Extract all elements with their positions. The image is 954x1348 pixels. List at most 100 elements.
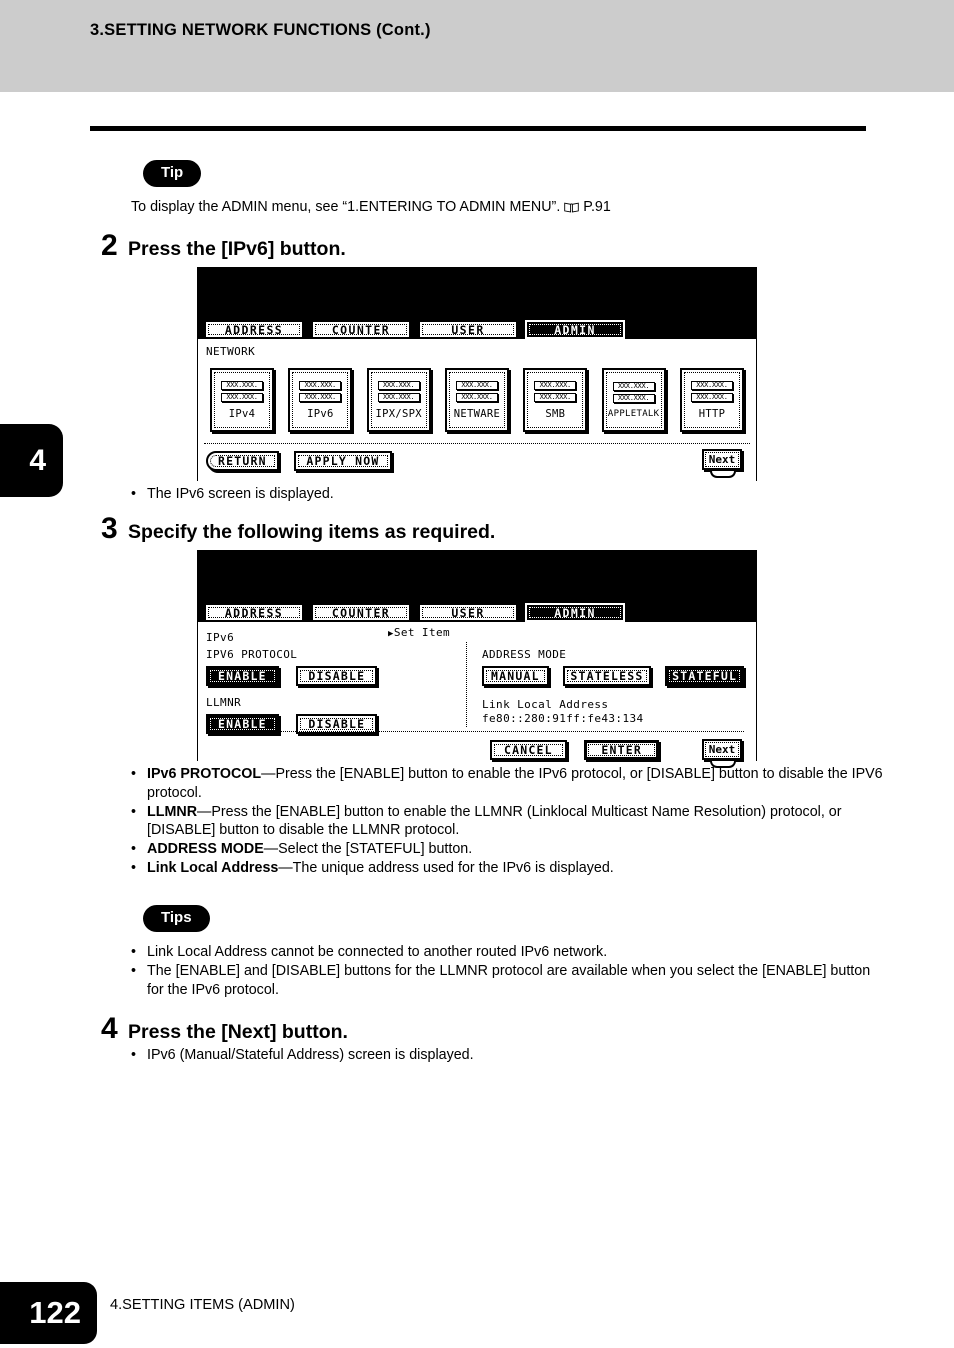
network-icon: XXX.XXX. XXX.XXX. <box>455 380 498 405</box>
chapter-tab-number: 4 <box>29 443 46 477</box>
lcd1-button-netware-label: NETWARE <box>453 407 501 420</box>
list-item: • ADDRESS MODE—Select the [STATEFUL] but… <box>131 840 883 859</box>
bullet-dot: • <box>131 1047 137 1063</box>
bullet-dot: • <box>131 859 137 876</box>
lcd2-tab-counter[interactable]: COUNTER <box>311 603 411 622</box>
network-icon-line1: XXX.XXX. <box>455 380 498 390</box>
lcd2-footer-bar: CANCEL ENTER Next <box>198 737 756 768</box>
book-icon <box>564 200 580 213</box>
step-3-bullets: • IPv6 PROTOCOL—Press the [ENABLE] butto… <box>131 765 883 878</box>
step-4: 4 Press the [Next] button. <box>101 1014 348 1044</box>
lcd2-left-column: IPV6 PROTOCOL ENABLE DISABLE LLMNR ENABL… <box>206 648 456 734</box>
bullet-dot: • <box>131 944 137 960</box>
bullet-desc: —Press the [ENABLE] button to enable the… <box>147 803 842 839</box>
page-header-title: 3.SETTING NETWORK FUNCTIONS (Cont.) <box>90 21 431 39</box>
list-item: • The IPv6 screen is displayed. <box>131 485 871 504</box>
lcd2-tab-address[interactable]: ADDRESS <box>204 603 304 622</box>
network-icon: XXX.XXX. XXX.XXX. <box>377 380 420 405</box>
tip-badge-top: Tip <box>143 160 202 187</box>
lcd2-tabbar: ADDRESS COUNTER USER ADMIN <box>198 598 756 622</box>
lcd1-network-button-row: XXX.XXX. XXX.XXX. IPv4 XXX.XXX. XXX.XXX.… <box>198 368 756 432</box>
lcd1-tab-counter[interactable]: COUNTER <box>311 320 411 339</box>
lcd1-button-http[interactable]: XXX.XXX. XXX.XXX. HTTP <box>679 368 744 432</box>
list-item: • Link Local Address—The unique address … <box>131 859 883 878</box>
tips-list: • Link Local Address cannot be connected… <box>131 943 883 999</box>
bullet-dot: • <box>131 962 137 979</box>
bullet-dot: • <box>131 803 137 820</box>
network-icon-line2: XXX.XXX. <box>690 392 733 402</box>
lcd1-tab-admin[interactable]: ADMIN <box>525 320 625 339</box>
lcd2-column-divider <box>466 642 467 727</box>
network-icon-line1: XXX.XXX. <box>299 380 342 390</box>
tip-top-text: To display the ADMIN menu, see “1.ENTERI… <box>131 198 891 217</box>
lcd2-protocol-enable-button[interactable]: ENABLE <box>206 666 279 686</box>
bullet-text: IPv6 PROTOCOL—Press the [ENABLE] button … <box>147 765 883 803</box>
lcd1-tabbar: ADDRESS COUNTER USER ADMIN <box>198 315 756 339</box>
lcd2-address-mode-manual-button[interactable]: MANUAL <box>482 666 549 686</box>
lcd1-button-ipxspx[interactable]: XXX.XXX. XXX.XXX. IPX/SPX <box>366 368 431 432</box>
next-button-tail <box>710 471 736 478</box>
lcd1-button-netware[interactable]: XXX.XXX. XXX.XXX. NETWARE <box>444 368 509 432</box>
lcd1-footer-bar: RETURN APPLY NOW Next <box>198 444 756 480</box>
bullet-text: Link Local Address—The unique address us… <box>147 859 883 878</box>
step-4-number: 4 <box>101 1012 118 1045</box>
lcd1-body: NETWORK XXX.XXX. XXX.XXX. IPv4 XXX.XXX. … <box>198 339 756 482</box>
lcd1-button-ipxspx-label: IPX/SPX <box>375 407 422 420</box>
lcd2-next-button[interactable]: Next <box>702 739 742 768</box>
tips-item-text: The [ENABLE] and [DISABLE] buttons for t… <box>147 962 871 998</box>
page-header-band <box>0 0 954 92</box>
lcd2-address-mode-stateless-button[interactable]: STATELESS <box>563 666 651 686</box>
lcd2-tab-admin[interactable]: ADMIN <box>525 603 625 622</box>
lcd2-header-row: IPv6 ▶Set Item <box>198 626 756 644</box>
lcd2-address-mode-stateful-button[interactable]: STATEFUL <box>665 666 745 686</box>
lcd1-button-smb-label: SMB <box>545 407 566 420</box>
step-3: 3 Specify the following items as require… <box>101 514 495 544</box>
tip-top-page-ref: P.91 <box>583 199 611 215</box>
lcd2-cancel-button[interactable]: CANCEL <box>490 740 567 760</box>
lcd2-tab-user[interactable]: USER <box>418 603 518 622</box>
step-4-title: Press the [Next] button. <box>128 1021 348 1043</box>
network-icon-line2: XXX.XXX. <box>455 392 498 402</box>
network-icon-line1: XXX.XXX. <box>221 380 263 390</box>
lcd1-return-button[interactable]: RETURN <box>206 451 279 471</box>
bullet-dot: • <box>131 486 137 502</box>
lcd2-enter-button[interactable]: ENTER <box>584 740 660 760</box>
lcd1-button-smb[interactable]: XXX.XXX. XXX.XXX. SMB <box>523 368 588 432</box>
lcd1-next-button[interactable]: Next <box>702 449 742 478</box>
lcd1-button-ipv4[interactable]: XXX.XXX. XXX.XXX. IPv4 <box>210 368 274 432</box>
lcd1-button-appletalk[interactable]: XXX.XXX. XXX.XXX. APPLETALK <box>601 368 666 432</box>
step-4-notes: • IPv6 (Manual/Stateful Address) screen … <box>131 1046 871 1065</box>
lcd2-protocol-buttons: ENABLE DISABLE <box>206 665 456 686</box>
step-2: 2 Press the [IPv6] button. <box>101 231 346 261</box>
lcd2-right-column: ADDRESS MODE MANUAL STATELESS STATEFUL L… <box>482 648 747 725</box>
lcd2-protocol-disable-button[interactable]: DISABLE <box>296 666 378 686</box>
lcd1-tab-user[interactable]: USER <box>418 320 518 339</box>
tips-item-text: Link Local Address cannot be connected t… <box>147 944 608 960</box>
tip-top-sentence: To display the ADMIN menu, see “1.ENTERI… <box>131 199 561 215</box>
lcd1-button-ipv6[interactable]: XXX.XXX. XXX.XXX. IPv6 <box>288 368 353 432</box>
list-item: • The [ENABLE] and [DISABLE] buttons for… <box>131 962 883 1000</box>
lcd2-set-item: ▶Set Item <box>388 626 450 639</box>
lcd1-apply-now-button[interactable]: APPLY NOW <box>294 451 392 471</box>
lcd1-button-http-label: HTTP <box>698 407 726 420</box>
network-icon-line1: XXX.XXX. <box>377 380 420 390</box>
network-icon: XXX.XXX. XXX.XXX. <box>534 380 577 405</box>
step-3-number: 3 <box>101 512 118 545</box>
lcd1-button-ipv6-label: IPv6 <box>307 407 334 420</box>
lcd1-next-button-label: Next <box>708 453 736 466</box>
network-icon-line2: XXX.XXX. <box>612 393 655 403</box>
bullet-text: ADDRESS MODE—Select the [STATEFUL] butto… <box>147 840 883 859</box>
step-4-note-text: IPv6 (Manual/Stateful Address) screen is… <box>147 1047 474 1063</box>
network-icon-line2: XXX.XXX. <box>221 392 263 402</box>
footer-section-title: 4.SETTING ITEMS (ADMIN) <box>110 1297 295 1313</box>
lcd1-button-ipv4-label: IPv4 <box>228 407 256 420</box>
network-icon: XXX.XXX. XXX.XXX. <box>690 380 733 405</box>
network-icon: XXX.XXX. XXX.XXX. <box>299 380 342 405</box>
lcd1-title: NETWORK <box>206 345 256 358</box>
network-icon-line1: XXX.XXX. <box>690 380 733 390</box>
lcd2-set-item-label: Set Item <box>393 626 451 639</box>
lcd2-body: IPv6 ▶Set Item IPV6 PROTOCOL ENABLE DISA… <box>198 622 756 768</box>
lcd1-tab-address[interactable]: ADDRESS <box>204 320 304 339</box>
bullet-term: IPv6 PROTOCOL <box>147 766 262 782</box>
bullet-dot: • <box>131 766 137 782</box>
